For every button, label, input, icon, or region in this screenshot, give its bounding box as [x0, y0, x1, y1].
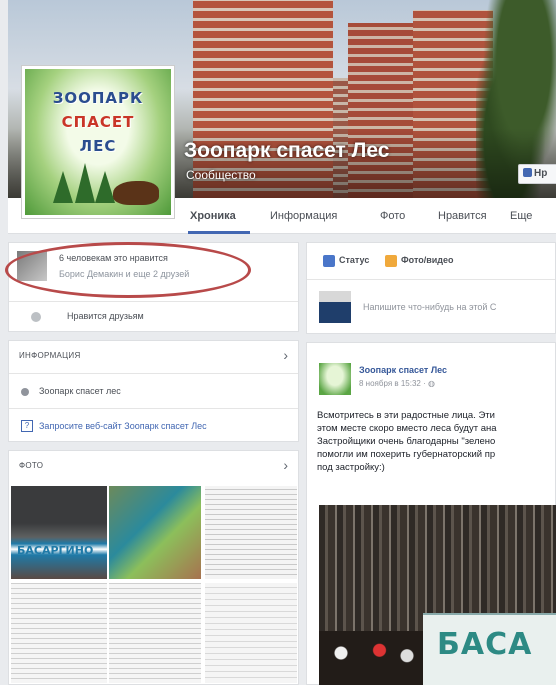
photo-thumbnail[interactable]	[205, 583, 297, 683]
active-tab-indicator	[188, 231, 250, 234]
post-time-text: 8 ноября в 15:32 ·	[359, 379, 428, 388]
bear-icon	[113, 181, 159, 205]
page-title[interactable]: Зоопарк спасет Лес	[184, 139, 389, 163]
composer-input[interactable]: Напишите что-нибудь на этой С	[363, 302, 496, 312]
photo-thumbnail[interactable]	[205, 486, 297, 579]
tab-likes[interactable]: Нравится	[438, 210, 487, 222]
tab-info[interactable]: Информация	[270, 210, 337, 222]
divider	[307, 279, 555, 280]
photo-banner-text: БАСА	[437, 627, 533, 662]
link-icon: ?	[21, 420, 33, 432]
photos-box: ФОТО › БАСАРГИНО	[8, 450, 299, 685]
logo-text-line: ЛЕС	[79, 137, 117, 155]
friends-like-label: Нравится друзьям	[67, 311, 144, 321]
post-composer: Статус Фото/видео Напишите что-нибудь на…	[306, 242, 556, 334]
info-about-text: Зоопарк спасет лес	[39, 386, 121, 396]
like-button-label: Нр	[534, 168, 548, 179]
photo-crowd	[319, 631, 429, 685]
post-text-line: Всмотритесь в эти радостные лица. Эти	[317, 410, 495, 421]
post-photo[interactable]: БАСА	[319, 505, 556, 685]
like-page-button[interactable]: Нр	[518, 164, 556, 184]
avatar	[319, 291, 351, 323]
tab-photos[interactable]: Фото	[380, 210, 405, 222]
post-author-link[interactable]: Зоопарк спасет Лес	[359, 365, 447, 375]
profile-picture[interactable]: ЗООПАРК СПАСЕТ ЛЕС	[21, 65, 175, 219]
chevron-right-icon[interactable]: ›	[283, 347, 288, 363]
post-text-line: под застройку:)	[317, 462, 385, 473]
post-text-line: этом месте скоро вместо леса будут ана	[317, 423, 497, 434]
post-text: Всмотритесь в эти радостные лица. Эти эт…	[317, 409, 556, 474]
page-logo: ЗООПАРК СПАСЕТ ЛЕС	[25, 69, 171, 215]
pine-tree-icon	[95, 171, 115, 203]
logo-text-line: СПАСЕТ	[61, 113, 135, 131]
likers-count[interactable]: 6 человекам это нравится	[59, 253, 168, 263]
info-section-title[interactable]: ИНФОРМАЦИЯ	[19, 351, 81, 360]
request-website-link[interactable]: Запросите веб-сайт Зоопарк спасет Лес	[39, 421, 207, 431]
tab-more[interactable]: Еще	[510, 210, 532, 222]
pine-tree-icon	[53, 171, 73, 203]
post-author-avatar[interactable]	[319, 363, 351, 395]
info-about-row: Зоопарк спасет лес	[9, 373, 298, 408]
photo-thumbnail[interactable]	[11, 583, 107, 683]
thumbs-up-icon	[523, 168, 532, 177]
globe-icon: ◍	[427, 379, 435, 388]
likers-box: 6 человекам это нравится Борис Демакин и…	[8, 242, 299, 332]
photo-icon	[385, 255, 397, 267]
friends-icon	[31, 312, 41, 322]
tab-timeline[interactable]: Хроника	[190, 210, 236, 222]
photo-thumbnail[interactable]: БАСАРГИНО	[11, 486, 107, 579]
post-text-line: помогли им похерить губернаторский пр	[317, 449, 496, 460]
post-text-line: Застройщики очень благодарны "зелено	[317, 436, 496, 447]
info-website-row[interactable]: ? Запросите веб-сайт Зоопарк спасет Лес	[9, 408, 298, 443]
logo-text-line: ЗООПАРК	[52, 89, 144, 107]
photo-banner-text: БАСАРГИНО	[17, 544, 94, 557]
info-dot-icon	[21, 388, 29, 396]
photo-thumbnail[interactable]	[109, 583, 201, 683]
photos-section-title[interactable]: ФОТО	[19, 461, 43, 470]
pine-tree-icon	[75, 163, 95, 203]
post-card: Зоопарк спасет Лес 8 ноября в 15:32 · ◍ …	[306, 342, 556, 685]
composer-photo-tab[interactable]: Фото/видео	[401, 255, 454, 265]
info-box: ИНФОРМАЦИЯ › Зоопарк спасет лес ? Запрос…	[8, 340, 299, 442]
photo-banner: БАСА	[423, 613, 556, 685]
friends-like-row[interactable]: Нравится друзьям	[9, 301, 298, 333]
page-category: Сообщество	[186, 168, 256, 182]
likers-names[interactable]: Борис Демакин и еще 2 друзей	[59, 269, 189, 279]
status-icon	[323, 255, 335, 267]
post-timestamp[interactable]: 8 ноября в 15:32 · ◍	[359, 379, 435, 388]
avatar[interactable]	[17, 251, 47, 281]
photo-thumbnail[interactable]	[109, 486, 201, 579]
composer-status-tab[interactable]: Статус	[339, 255, 369, 265]
chevron-right-icon[interactable]: ›	[283, 457, 288, 473]
